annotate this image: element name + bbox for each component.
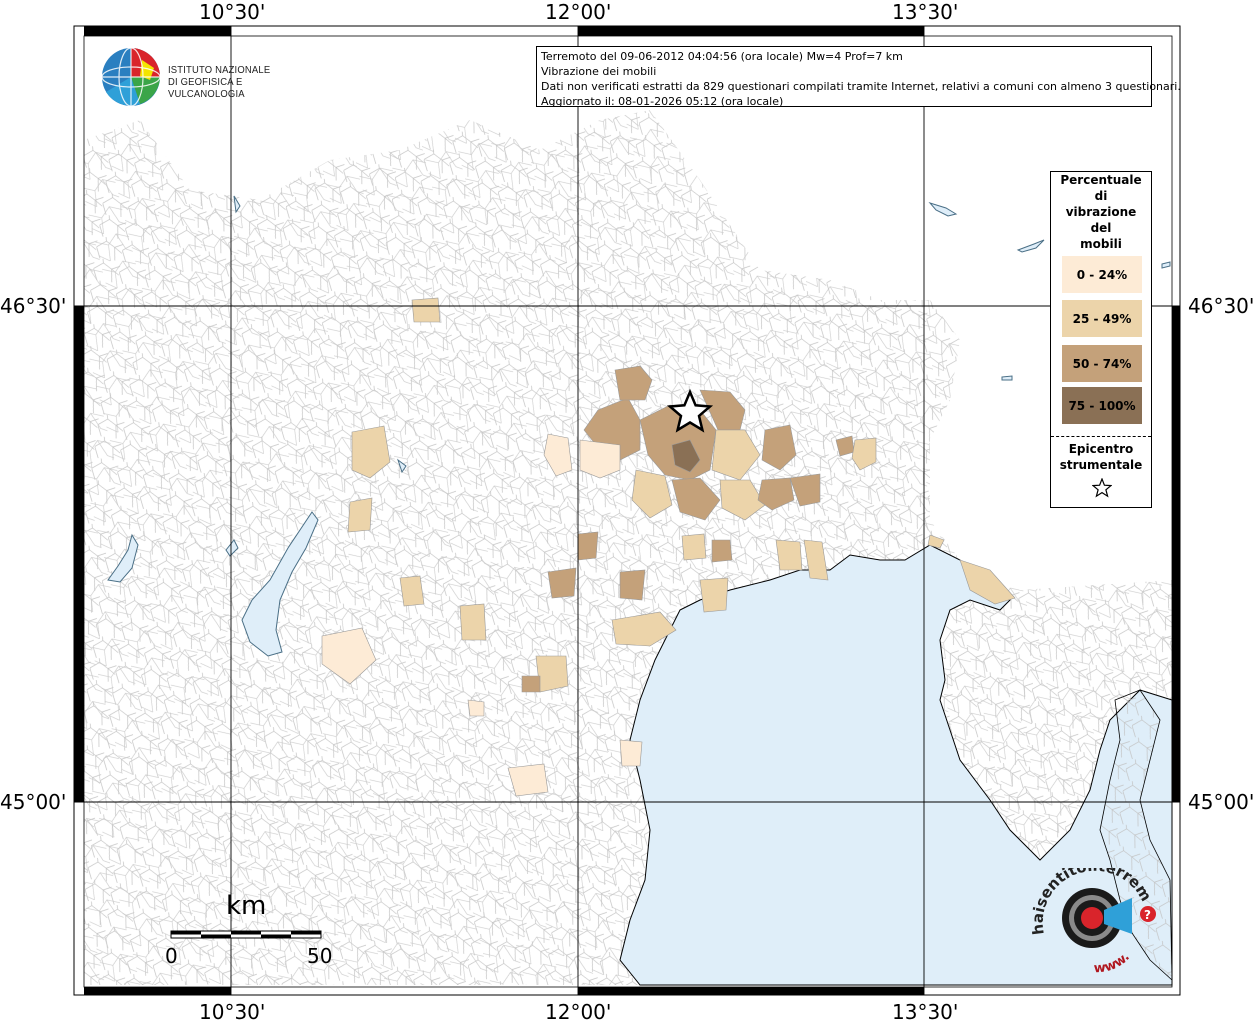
scale-bar bbox=[170, 930, 322, 939]
legend-title-line: del bbox=[1090, 221, 1112, 235]
lon-label-top-1: 10°30' bbox=[199, 0, 266, 24]
scale-unit: km bbox=[226, 891, 267, 921]
lon-label-top-2: 12°00' bbox=[545, 0, 612, 24]
lon-label-bottom-1: 10°30' bbox=[199, 1000, 266, 1024]
ingv-logo: ISTITUTO NAZIONALE DI GEOFISICA E VULCAN… bbox=[100, 46, 320, 110]
legend-title-line: Percentuale bbox=[1060, 173, 1142, 187]
lat-label-left-2: 45°00' bbox=[0, 790, 67, 814]
update-time: Aggiornato il: 08-01-2026 05:12 (ora loc… bbox=[541, 95, 784, 108]
epicenter-label-line: Epicentro bbox=[1068, 442, 1134, 456]
legend-separator bbox=[1051, 436, 1151, 437]
ingv-name-line2: DI GEOFISICA E VULCANOLOGIA bbox=[168, 76, 245, 100]
lat-label-left-1: 46°30' bbox=[0, 294, 67, 318]
lon-label-top-3: 13°30' bbox=[892, 0, 959, 24]
legend-title: Percentuale di vibrazione del mobili bbox=[1051, 172, 1151, 252]
legend-title-line: vibrazione bbox=[1065, 205, 1137, 219]
scale-start: 0 bbox=[165, 944, 178, 968]
lat-label-right-2: 45°00' bbox=[1188, 790, 1254, 814]
globe-icon bbox=[101, 47, 161, 107]
ingv-name-line1: ISTITUTO NAZIONALE bbox=[168, 64, 271, 76]
event-title: Terremoto del 09-06-2012 04:04:56 (ora l… bbox=[541, 50, 903, 63]
svg-text:www.: www. bbox=[1093, 950, 1133, 977]
data-note: Dati non verificati estratti da 829 ques… bbox=[541, 80, 1181, 93]
epicenter-label-line: strumentale bbox=[1059, 458, 1143, 472]
badge-question: ? bbox=[1144, 908, 1151, 922]
lon-label-bottom-3: 13°30' bbox=[892, 1000, 959, 1024]
lat-label-right-1: 46°30' bbox=[1188, 294, 1254, 318]
legend-item-75-100: 75 - 100% bbox=[1062, 387, 1142, 424]
lon-label-bottom-2: 12°00' bbox=[545, 1000, 612, 1024]
haisentito-badge: haisentitoilterremoto.it www. ? bbox=[1027, 854, 1164, 984]
legend-title-line: di bbox=[1094, 189, 1108, 203]
scale-end: 50 bbox=[307, 944, 333, 968]
legend: Percentuale di vibrazione del mobili 0 -… bbox=[1050, 171, 1152, 508]
epicenter-legend-label: Epicentro strumentale bbox=[1051, 441, 1151, 473]
target-megaphone-icon: haisentitoilterremoto.it www. ? bbox=[1027, 854, 1156, 977]
event-info-box: Terremoto del 09-06-2012 04:04:56 (ora l… bbox=[536, 46, 1181, 108]
star-icon bbox=[1092, 478, 1112, 498]
map-subject: Vibrazione dei mobili bbox=[541, 65, 657, 78]
legend-title-line: mobili bbox=[1080, 237, 1122, 251]
legend-item-25-49: 25 - 49% bbox=[1062, 300, 1142, 337]
legend-item-50-74: 50 - 74% bbox=[1062, 345, 1142, 382]
badge-www: www. bbox=[1093, 950, 1133, 977]
legend-item-0-24: 0 - 24% bbox=[1062, 256, 1142, 293]
